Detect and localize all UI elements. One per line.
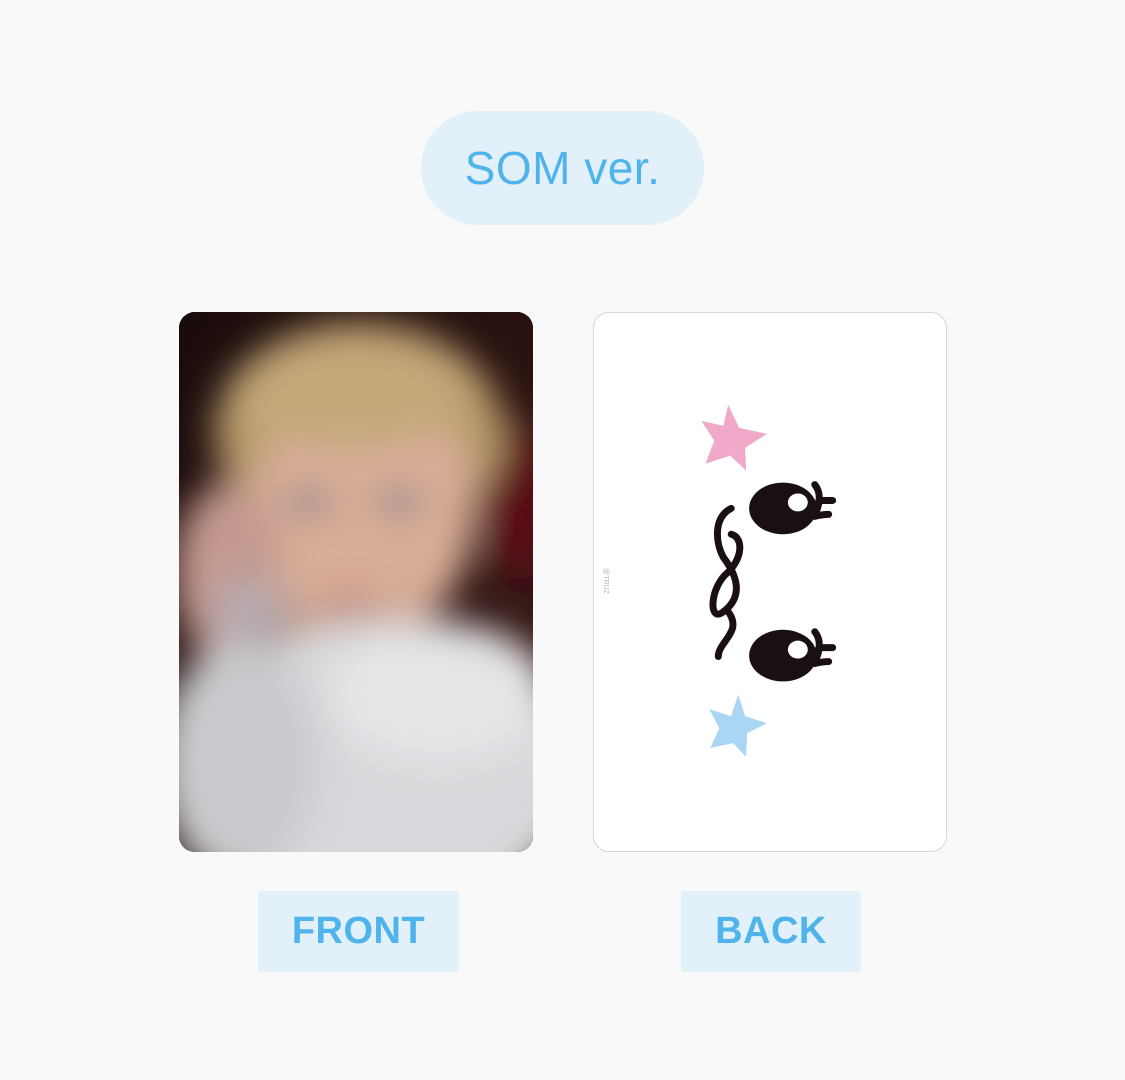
front-card-image (179, 312, 533, 852)
blurred-portrait-photo (179, 312, 533, 852)
back-card-image (593, 312, 947, 852)
back-credit-text: @TRUZ (602, 568, 609, 594)
pink-star-icon (701, 405, 768, 471)
nose-icon (709, 504, 744, 661)
eye-icon (749, 628, 837, 682)
face-emoticon-art (701, 405, 837, 758)
photocard-page: SOM ver. @TRUZ FRONT BACK (0, 0, 1125, 1080)
version-badge: SOM ver. (421, 111, 704, 225)
front-label: FRONT (258, 891, 459, 972)
eye-icon (749, 481, 837, 535)
back-label: BACK (681, 891, 861, 972)
blue-star-icon (709, 694, 768, 758)
